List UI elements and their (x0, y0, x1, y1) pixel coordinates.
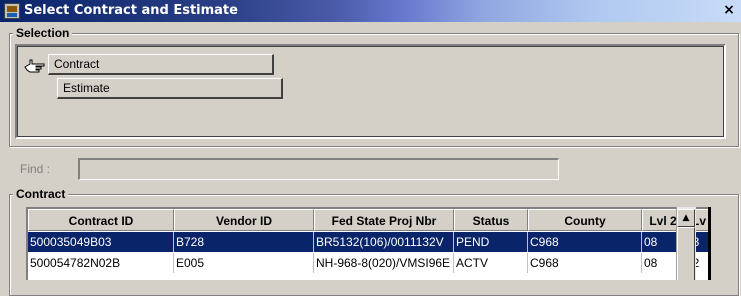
title-bar: Select Contract and Estimate × (0, 0, 741, 22)
find-input[interactable] (78, 158, 559, 180)
pointing-hand-icon (24, 59, 45, 73)
estimate-button[interactable]: Estimate (57, 78, 283, 99)
cell-county: C968 (528, 232, 642, 252)
cell-vendor-id: B728 (174, 232, 314, 252)
column-header-contract-id[interactable]: Contract ID (28, 209, 174, 231)
column-header-county[interactable]: County (528, 209, 642, 231)
column-header-fed-state-proj-nbr[interactable]: Fed State Proj Nbr (314, 209, 454, 231)
table-right-edge (708, 207, 711, 280)
cell-county: C968 (528, 253, 642, 273)
close-button[interactable]: × (721, 2, 737, 18)
scroll-thumb[interactable] (677, 227, 695, 280)
contract-button[interactable]: Contract (48, 54, 274, 75)
contract-legend: Contract (13, 187, 69, 201)
app-icon (4, 3, 20, 19)
vertical-scrollbar[interactable]: ▲ (676, 207, 696, 280)
window-title: Select Contract and Estimate (24, 3, 238, 18)
column-header-vendor-id[interactable]: Vendor ID (174, 209, 314, 231)
cell-status: PEND (454, 232, 528, 252)
cell-contract-id: 500054782N02B (28, 253, 174, 273)
cell-contract-id: 500035049B03 (28, 232, 174, 252)
table-header: Contract ID Vendor ID Fed State Proj Nbr… (28, 209, 708, 231)
find-label: Find : (20, 162, 51, 176)
table-row[interactable]: 500035049B03 B728 BR5132(106)/0011132V P… (28, 232, 708, 252)
column-header-status[interactable]: Status (454, 209, 528, 231)
table-row[interactable]: 500054782N02B E005 NH-968-8(020)/VMSI96E… (28, 253, 708, 273)
contract-table: Contract ID Vendor ID Fed State Proj Nbr… (26, 207, 708, 280)
cell-fed-state-proj-nbr: NH-968-8(020)/VMSI96E (314, 253, 454, 273)
cell-status: ACTV (454, 253, 528, 273)
cell-vendor-id: E005 (174, 253, 314, 273)
cell-fed-state-proj-nbr: BR5132(106)/0011132V (314, 232, 454, 252)
selection-legend: Selection (13, 26, 73, 40)
scroll-up-arrow-icon[interactable]: ▲ (677, 209, 695, 227)
